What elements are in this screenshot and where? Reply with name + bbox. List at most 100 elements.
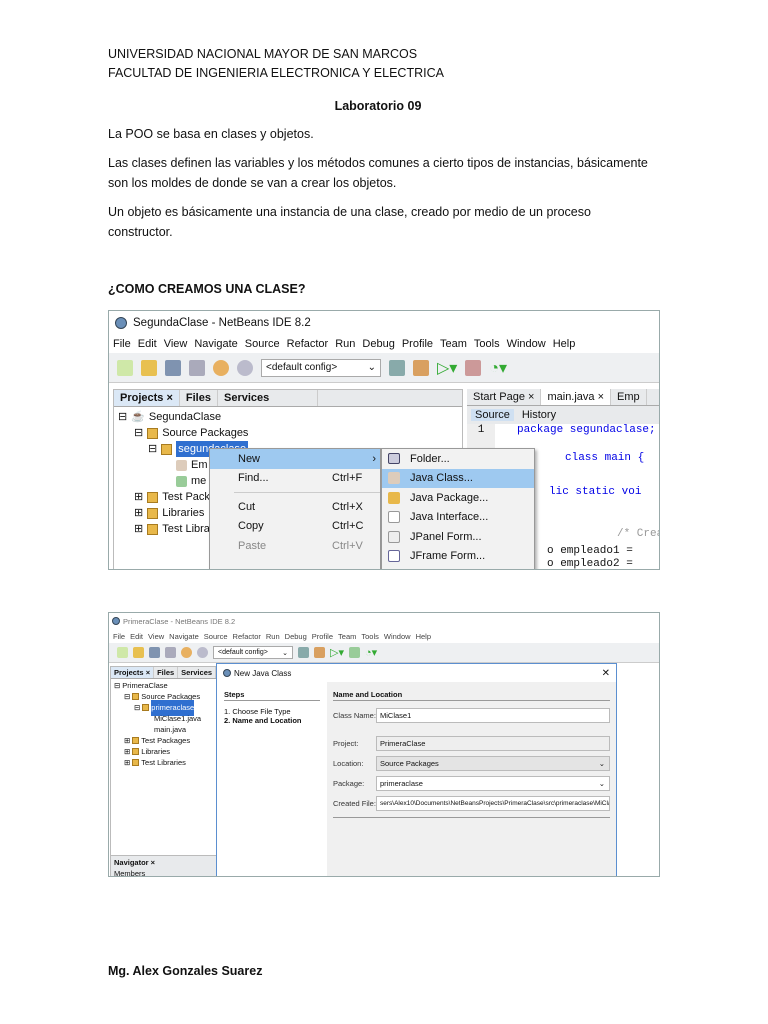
university-name: UNIVERSIDAD NACIONAL MAYOR DE SAN MARCOS [108,47,418,61]
menu-item[interactable]: Tools [474,338,500,350]
menu-bar: File Edit View Navigate Source Refactor Run Deb… [109,629,659,643]
tab-files[interactable]: Files [180,390,218,406]
package-select[interactable]: Package: primeraclase ⌄ [333,775,610,791]
menu-item[interactable]: Help [416,632,431,641]
panel-tabs: Projects × Files Services [114,390,462,407]
tab-services[interactable]: Services [178,667,217,678]
menu-item[interactable]: Source [204,632,228,641]
menu-item[interactable]: Help [553,338,576,350]
build-icon[interactable] [298,647,309,658]
menu-item[interactable]: File [113,632,125,641]
tab-files[interactable]: Files [154,667,179,678]
menu-item[interactable]: View [148,632,164,641]
new-project-icon[interactable] [133,647,144,658]
run-icon[interactable]: ▷▾ [437,358,457,378]
menu-item-cut[interactable]: Cut Ctrl+X [210,497,380,517]
class-name-field[interactable]: Class Name: MiClase1 [333,707,610,723]
tab-empleado[interactable]: Emp [611,389,647,405]
code-line: package segundaclase; [517,424,656,436]
source-tab[interactable]: Source [471,409,514,421]
title-bar: PrimeraClase - NetBeans IDE 8.2 [109,613,659,629]
profile-icon[interactable]: ◔▾ [489,358,507,378]
project-tree: ⊟ PrimeraClase ⊟ Source Packages ⊟ prime… [111,679,219,769]
section-title: Name and Location [333,690,610,701]
save-all-icon[interactable] [165,647,176,658]
new-submenu: Folder... Java Class... Java Package... … [381,448,535,569]
menu-item[interactable]: Run [335,338,355,350]
menu-bar: File Edit View Navigate Source Refactor Run Deb… [109,334,659,353]
undo-icon[interactable] [213,359,229,376]
open-project-icon[interactable] [165,359,181,376]
faculty-name: FACULTAD DE INGENIERIA ELECTRONICA Y ELE… [108,66,444,80]
menu-item[interactable]: Window [507,338,546,350]
netbeans-logo-icon [112,617,120,625]
menu-item-new[interactable]: New › [210,449,380,469]
new-project-icon[interactable] [141,359,157,376]
debug-icon[interactable] [465,359,482,376]
open-project-icon[interactable] [149,647,160,658]
tree-item[interactable]: ⊟ Source Packages [118,425,458,441]
menu-item[interactable]: Run [266,632,280,641]
menu-item[interactable]: Navigate [194,338,237,350]
steps-title: Steps [224,690,320,701]
config-select[interactable]: <default config> ⌄ [213,646,293,659]
members-label: Members [114,869,146,877]
profile-icon[interactable]: ◔▾ [365,646,377,659]
submenu-java-package[interactable]: Java Package... [382,488,534,508]
submenu-java-class[interactable]: Java Class... [382,468,534,488]
redo-icon[interactable] [197,647,208,658]
step-item: 2. Name and Location [224,716,302,725]
menu-item[interactable]: Tools [361,632,379,641]
menu-item[interactable]: Refactor [287,338,329,350]
tab-services[interactable]: Services [218,390,318,406]
menu-item[interactable]: View [164,338,188,350]
code-line: o empleado1 = [547,545,633,557]
menu-item-copy[interactable]: Copy Ctrl+C [210,517,380,537]
build-icon[interactable] [389,359,405,376]
tab-projects[interactable]: Projects × [111,667,155,678]
menu-item[interactable]: Navigate [169,632,199,641]
menu-item-find[interactable]: Find... Ctrl+F [210,469,380,489]
menu-item[interactable]: Team [338,632,356,641]
undo-icon[interactable] [181,647,192,658]
menu-item[interactable]: Profile [402,338,433,350]
debug-icon[interactable] [348,647,360,658]
menu-item[interactable]: Refactor [233,632,261,641]
clean-build-icon[interactable] [314,647,325,658]
tab-start-page[interactable]: Start Page × [467,389,542,405]
menu-item[interactable]: Window [384,632,411,641]
submenu-jframe-form[interactable]: JFrame Form... [382,547,534,567]
submenu-folder[interactable]: Folder... [382,449,534,469]
submenu-jpanel-form[interactable]: JPanel Form... [382,527,534,547]
tab-main-java[interactable]: main.java × [541,389,612,405]
code-line: o empleado2 = [547,558,633,570]
menu-item[interactable]: Edit [130,632,143,641]
config-select[interactable]: <default config> ⌄ [261,358,381,377]
footer-author: Mg. Alex Gonzales Suarez [108,964,263,978]
menu-item[interactable]: Debug [362,338,394,350]
submenu-java-interface[interactable]: Java Interface... [382,508,534,528]
new-file-icon[interactable] [117,359,133,376]
paragraph: Las clases definen las variables y los m… [108,156,648,190]
location-select[interactable]: Location: Source Packages ⌄ [333,755,610,771]
close-icon[interactable]: ✕ [602,668,610,679]
navigator-tab[interactable]: Navigator × [111,856,219,869]
section-title: ¿COMO CREAMOS UNA CLASE? [108,282,306,296]
redo-icon[interactable] [237,359,253,376]
run-icon[interactable]: ▷▾ [330,646,344,659]
menu-item[interactable]: Profile [312,632,333,641]
menu-item[interactable]: Team [440,338,467,350]
tree-item[interactable]: ⊞ Test Libraries [114,757,216,768]
save-all-icon[interactable] [189,359,205,376]
menu-item-paste[interactable]: Paste Ctrl+V [210,536,380,556]
menu-item[interactable]: Source [245,338,280,350]
clean-build-icon[interactable] [413,359,429,376]
menu-item[interactable]: Edit [138,338,157,350]
menu-item[interactable]: Debug [285,632,307,641]
history-tab[interactable]: History [522,409,556,421]
tab-projects[interactable]: Projects × [114,390,180,406]
menu-item[interactable]: File [113,338,131,350]
toolbar: <default config> ⌄ ▷▾ ◔▾ [109,643,659,663]
new-file-icon[interactable] [117,647,128,658]
tree-item[interactable]: ⊟ ☕ SegundaClase [118,409,458,425]
